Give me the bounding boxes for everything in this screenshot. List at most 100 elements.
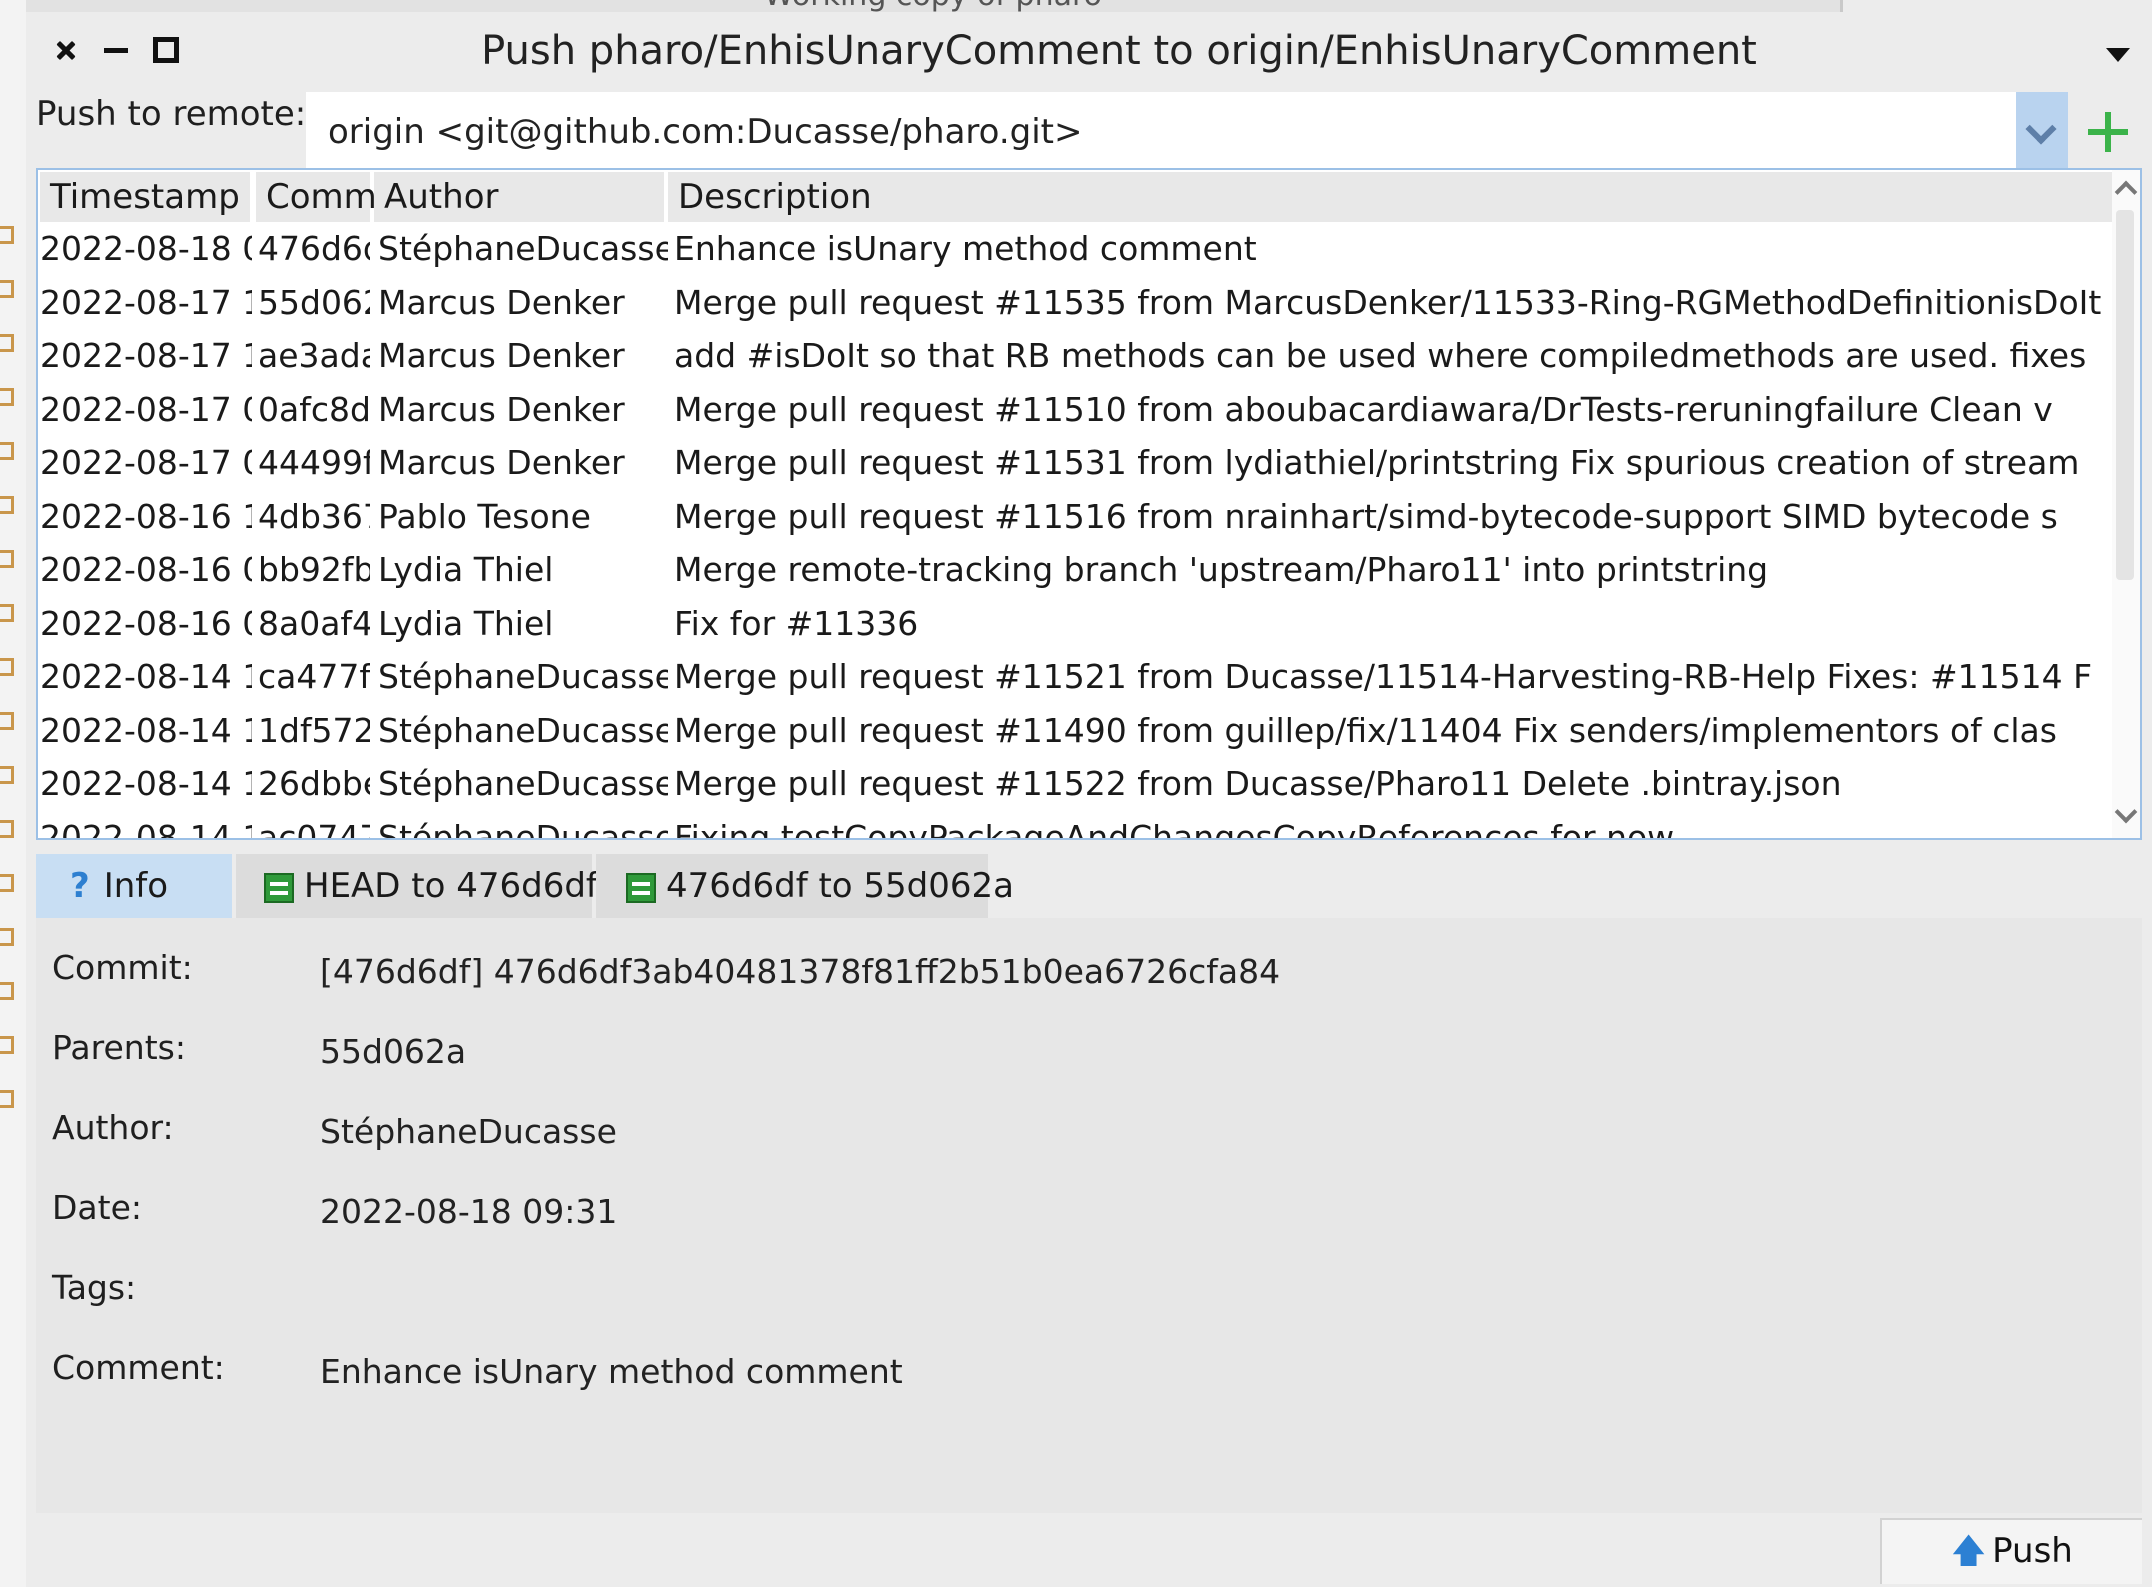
- tab-info[interactable]: ? Info: [36, 854, 232, 918]
- cell-timestamp: 2022-08-16 10:51: [40, 496, 252, 536]
- cell-commit: 8a0af42: [258, 603, 370, 643]
- table-row[interactable]: 2022-08-17 10:32 ae3adaa Marcus Denker a…: [38, 329, 2114, 383]
- cell-timestamp: 2022-08-16 01:18: [40, 550, 252, 589]
- commit-label: Commit:: [52, 948, 193, 987]
- table-row[interactable]: 2022-08-16 10:51 4db3675 Pablo Tesone Me…: [38, 490, 2114, 544]
- table-row[interactable]: 2022-08-16 01:18 bb92fb0 Lydia Thiel Mer…: [38, 543, 2114, 597]
- background-tree-marker: [0, 712, 14, 730]
- close-icon[interactable]: [46, 30, 86, 70]
- push-button-label: Push: [1992, 1531, 2073, 1571]
- date-label: Date:: [52, 1188, 142, 1227]
- background-tree-marker: [0, 982, 14, 1000]
- tab-476d6df-to-55d062a[interactable]: 476d6df to 55d062a: [596, 854, 1014, 918]
- scrollbar-thumb[interactable]: [2116, 210, 2134, 580]
- cell-description: Merge pull request #11510 from aboubacar…: [674, 389, 2053, 429]
- cell-commit: bb92fb0: [258, 550, 370, 589]
- table-row[interactable]: 2022-08-14 14:53 ac07476 StéphaneDucasse…: [38, 811, 2114, 840]
- cell-timestamp: 2022-08-16 01:17: [40, 603, 252, 643]
- question-icon: ?: [70, 866, 90, 906]
- remote-dropdown-value: origin <git@github.com:Ducasse/pharo.git…: [328, 112, 1083, 152]
- cell-timestamp: 2022-08-18 09:31: [40, 229, 252, 268]
- background-window-titlebar: Working copy of pharo: [26, 0, 1843, 12]
- table-scrollbar[interactable]: [2112, 170, 2140, 838]
- column-header-commit[interactable]: Commit: [256, 172, 400, 222]
- cell-description: Merge pull request #11531 from lydiathie…: [674, 443, 2080, 482]
- chevron-down-icon[interactable]: [2016, 92, 2068, 176]
- table-row[interactable]: 2022-08-14 14:55 26dbbe1 StéphaneDucasse…: [38, 757, 2114, 811]
- tab-head-label: HEAD to 476d6df: [304, 866, 598, 906]
- minimize-icon[interactable]: [96, 30, 136, 70]
- parents-label: Parents:: [52, 1028, 186, 1067]
- push-to-remote-label: Push to remote:: [36, 94, 307, 134]
- background-tree-marker: [0, 388, 14, 406]
- table-row[interactable]: 2022-08-14 14:56 1df5729 StéphaneDucasse…: [38, 704, 2114, 758]
- background-tree-marker: [0, 442, 14, 460]
- table-row[interactable]: 2022-08-16 01:17 8a0af42 Lydia Thiel Fix…: [38, 597, 2114, 651]
- cell-description: add #isDoIt so that RB methods can be us…: [674, 336, 2087, 375]
- cell-commit: 1df5729: [258, 710, 370, 750]
- scroll-up-icon[interactable]: [2114, 180, 2138, 204]
- cell-timestamp: 2022-08-14 18:28: [40, 657, 252, 696]
- cell-commit: 55d062a: [258, 282, 370, 322]
- title-bar: Push pharo/EnhisUnaryComment to origin/E…: [26, 12, 2152, 92]
- scroll-down-icon[interactable]: [2114, 800, 2138, 824]
- table-header: Timestamp Commit Author Description: [38, 170, 2114, 222]
- column-header-timestamp[interactable]: Timestamp: [40, 172, 250, 222]
- cell-author: Marcus Denker: [378, 443, 625, 482]
- column-header-description[interactable]: Description: [668, 172, 2114, 222]
- background-tree-marker: [0, 550, 14, 568]
- push-button[interactable]: 🡅 Push: [1880, 1518, 2142, 1584]
- cell-description: Merge pull request #11516 from nrainhart…: [674, 496, 2058, 536]
- cell-description: Merge pull request #11522 from Ducasse/P…: [674, 764, 1842, 803]
- background-tree-marker: [0, 280, 14, 298]
- window-menu-chevron-down-icon[interactable]: [2106, 48, 2130, 62]
- arrow-up-icon: 🡅: [1951, 1531, 1987, 1571]
- cell-timestamp: 2022-08-14 14:56: [40, 710, 252, 750]
- background-tree-marker: [0, 1036, 14, 1054]
- author-value: StéphaneDucasse: [320, 1112, 617, 1151]
- remote-dropdown[interactable]: origin <git@github.com:Ducasse/pharo.git…: [306, 92, 2068, 176]
- background-tree-marker: [0, 820, 14, 838]
- cell-timestamp: 2022-08-14 14:55: [40, 764, 252, 803]
- tags-label: Tags:: [52, 1268, 137, 1307]
- tab-diff-label: 476d6df to 55d062a: [666, 866, 1014, 906]
- commit-table[interactable]: Timestamp Commit Author Description 2022…: [36, 168, 2142, 840]
- cell-timestamp: 2022-08-17 10:32: [40, 336, 252, 375]
- date-value: 2022-08-18 09:31: [320, 1192, 618, 1231]
- window-title: Push pharo/EnhisUnaryComment to origin/E…: [481, 28, 1757, 74]
- table-row[interactable]: 2022-08-14 18:28 ca477f0 StéphaneDucasse…: [38, 650, 2114, 704]
- cell-commit: 0afc8d5: [258, 389, 370, 429]
- background-tree-marker: [0, 604, 14, 622]
- background-tree-marker: [0, 766, 14, 784]
- table-row[interactable]: 2022-08-17 09:30 0afc8d5 Marcus Denker M…: [38, 383, 2114, 437]
- cell-commit: 26dbbe1: [258, 764, 370, 803]
- background-tree-marker: [0, 496, 14, 514]
- cell-author: Pablo Tesone: [378, 496, 591, 536]
- cell-author: Marcus Denker: [378, 336, 625, 375]
- cell-description: Fix for #11336: [674, 603, 919, 643]
- table-row[interactable]: 2022-08-17 09:20 44499f8 Marcus Denker M…: [38, 436, 2114, 490]
- column-header-author[interactable]: Author: [374, 172, 664, 222]
- background-tree-marker: [0, 928, 14, 946]
- cell-description: Fixing testCopyPackageAndChangesCopyRefe…: [674, 817, 1675, 840]
- cell-author: StéphaneDucasse: [378, 229, 668, 268]
- comment-label: Comment:: [52, 1348, 225, 1387]
- cell-timestamp: 2022-08-17 13:57: [40, 282, 252, 322]
- tab-head-to-476d6df[interactable]: HEAD to 476d6df: [236, 854, 598, 918]
- cell-timestamp: 2022-08-17 09:30: [40, 389, 252, 429]
- background-tree-marker: [0, 1090, 14, 1108]
- cell-timestamp: 2022-08-14 14:53: [40, 817, 252, 840]
- table-row[interactable]: 2022-08-17 13:57 55d062a Marcus Denker M…: [38, 276, 2114, 330]
- cell-timestamp: 2022-08-17 09:20: [40, 443, 252, 482]
- comment-value: Enhance isUnary method comment: [320, 1352, 903, 1391]
- cell-author: Marcus Denker: [378, 389, 625, 429]
- author-label: Author:: [52, 1108, 174, 1147]
- table-row[interactable]: 2022-08-18 09:31 476d6df StéphaneDucasse…: [38, 222, 2114, 276]
- background-tree-marker: [0, 658, 14, 676]
- cell-commit: ac07476: [258, 817, 370, 840]
- cell-author: Marcus Denker: [378, 282, 625, 322]
- commit-info-panel: Commit: [476d6df] 476d6df3ab40481378f81f…: [36, 918, 2142, 1513]
- background-window-title: Working copy of pharo: [26, 0, 1840, 12]
- diff-icon: [264, 872, 294, 903]
- add-remote-plus-icon[interactable]: [2078, 104, 2138, 164]
